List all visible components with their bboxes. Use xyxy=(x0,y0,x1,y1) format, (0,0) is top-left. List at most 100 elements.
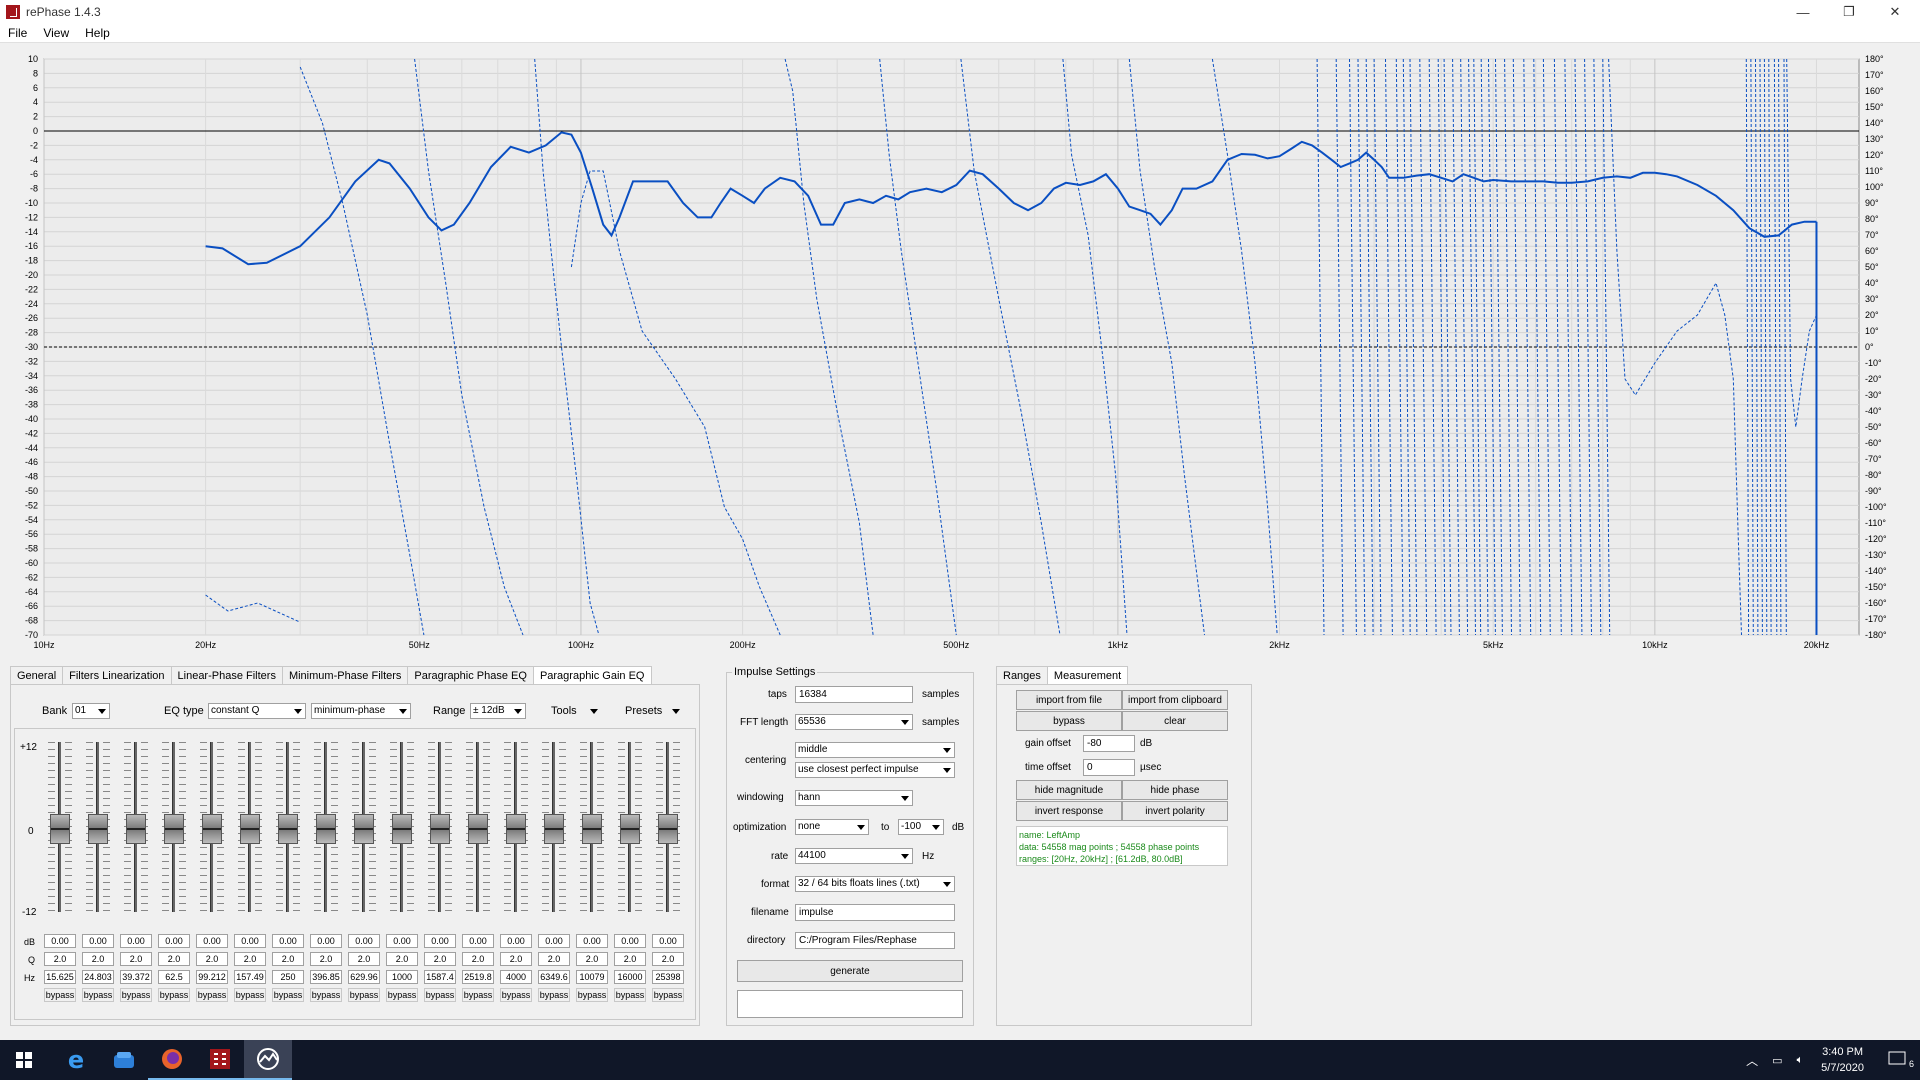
gain-slider[interactable] xyxy=(194,738,230,918)
band-frequency-input[interactable]: 1587.4 xyxy=(424,970,456,984)
band-bypass-toggle[interactable]: bypass xyxy=(158,988,190,1002)
band-frequency-input[interactable]: 24.803 xyxy=(82,970,114,984)
file-explorer-icon[interactable] xyxy=(100,1040,148,1080)
band-bypass-toggle[interactable]: bypass xyxy=(348,988,380,1002)
band-frequency-input[interactable]: 157.49 xyxy=(234,970,266,984)
band-gain-input[interactable]: 0.00 xyxy=(272,934,304,948)
centering-mode-select[interactable]: use closest perfect impulse xyxy=(795,762,955,778)
band-q-input[interactable]: 2.0 xyxy=(158,952,190,966)
tab-paragraphic-phase-eq[interactable]: Paragraphic Phase EQ xyxy=(407,666,534,685)
gain-slider[interactable] xyxy=(270,738,306,918)
slider-thumb[interactable] xyxy=(620,814,640,844)
gain-slider[interactable] xyxy=(80,738,116,918)
slider-thumb[interactable] xyxy=(164,814,184,844)
measurement-bypass-button[interactable]: bypass xyxy=(1016,711,1122,731)
gain-slider[interactable] xyxy=(650,738,686,918)
band-bypass-toggle[interactable]: bypass xyxy=(500,988,532,1002)
band-frequency-input[interactable]: 62.5 xyxy=(158,970,190,984)
gain-slider[interactable] xyxy=(308,738,344,918)
band-bypass-toggle[interactable]: bypass xyxy=(44,988,76,1002)
gain-slider[interactable] xyxy=(612,738,648,918)
minimize-button[interactable]: — xyxy=(1780,0,1826,24)
band-q-input[interactable]: 2.0 xyxy=(120,952,152,966)
band-frequency-input[interactable]: 39.372 xyxy=(120,970,152,984)
slider-thumb[interactable] xyxy=(582,814,602,844)
band-frequency-input[interactable]: 25398 xyxy=(652,970,684,984)
band-bypass-toggle[interactable]: bypass xyxy=(614,988,646,1002)
band-gain-input[interactable]: 0.00 xyxy=(424,934,456,948)
tab-linear-phase-filters[interactable]: Linear-Phase Filters xyxy=(170,666,283,685)
slider-thumb[interactable] xyxy=(278,814,298,844)
band-q-input[interactable]: 2.0 xyxy=(576,952,608,966)
band-bypass-toggle[interactable]: bypass xyxy=(272,988,304,1002)
slider-thumb[interactable] xyxy=(506,814,526,844)
band-bypass-toggle[interactable]: bypass xyxy=(538,988,570,1002)
import-from-clipboard-button[interactable]: import from clipboard xyxy=(1122,690,1228,710)
band-gain-input[interactable]: 0.00 xyxy=(44,934,76,948)
tab-general[interactable]: General xyxy=(10,666,64,685)
band-frequency-input[interactable]: 16000 xyxy=(614,970,646,984)
band-bypass-toggle[interactable]: bypass xyxy=(120,988,152,1002)
rephase-active-window-icon[interactable] xyxy=(244,1040,292,1080)
gain-slider[interactable] xyxy=(346,738,382,918)
slider-thumb[interactable] xyxy=(50,814,70,844)
band-gain-input[interactable]: 0.00 xyxy=(462,934,494,948)
band-q-input[interactable]: 2.0 xyxy=(310,952,342,966)
hide-magnitude-button[interactable]: hide magnitude xyxy=(1016,780,1122,800)
tab-ranges[interactable]: Ranges xyxy=(996,666,1048,685)
band-frequency-input[interactable]: 629.96 xyxy=(348,970,380,984)
band-q-input[interactable]: 2.0 xyxy=(196,952,228,966)
taps-input[interactable]: 16384 xyxy=(795,686,913,703)
slider-thumb[interactable] xyxy=(88,814,108,844)
gain-slider[interactable] xyxy=(384,738,420,918)
menu-file[interactable]: File xyxy=(0,26,35,40)
band-gain-input[interactable]: 0.00 xyxy=(158,934,190,948)
invert-polarity-button[interactable]: invert polarity xyxy=(1122,801,1228,821)
band-frequency-input[interactable]: 396.85 xyxy=(310,970,342,984)
windowing-select[interactable]: hann xyxy=(795,790,913,806)
band-gain-input[interactable]: 0.00 xyxy=(348,934,380,948)
band-gain-input[interactable]: 0.00 xyxy=(234,934,266,948)
eq-type-select[interactable]: constant Q xyxy=(208,703,306,719)
tab-paragraphic-gain-eq[interactable]: Paragraphic Gain EQ xyxy=(532,666,652,685)
band-bypass-toggle[interactable]: bypass xyxy=(424,988,456,1002)
tab-minimum-phase-filters[interactable]: Minimum-Phase Filters xyxy=(281,666,409,685)
band-frequency-input[interactable]: 6349.6 xyxy=(538,970,570,984)
band-bypass-toggle[interactable]: bypass xyxy=(386,988,418,1002)
rate-select[interactable]: 44100 xyxy=(795,848,913,864)
response-plot[interactable]: 10 8 6 4 2 0 -2 -4 -6 -8 -10 -12 -14 -16 -18 -20 -22 -24 -… xyxy=(0,44,1920,660)
slider-thumb[interactable] xyxy=(354,814,374,844)
band-bypass-toggle[interactable]: bypass xyxy=(576,988,608,1002)
menu-view[interactable]: View xyxy=(35,26,77,40)
volume-icon[interactable]: 🔈︎ xyxy=(1789,1054,1812,1067)
band-q-input[interactable]: 2.0 xyxy=(462,952,494,966)
centering-select[interactable]: middle xyxy=(795,742,955,758)
gain-slider[interactable] xyxy=(42,738,78,918)
slider-thumb[interactable] xyxy=(316,814,336,844)
gain-slider[interactable] xyxy=(498,738,534,918)
rephase-taskbar-icon[interactable] xyxy=(196,1040,244,1080)
optimization-select[interactable]: none xyxy=(795,819,869,835)
time-offset-input[interactable]: 0 xyxy=(1083,759,1135,776)
band-gain-input[interactable]: 0.00 xyxy=(652,934,684,948)
menu-help[interactable]: Help xyxy=(77,26,118,40)
band-gain-input[interactable]: 0.00 xyxy=(538,934,570,948)
band-q-input[interactable]: 2.0 xyxy=(538,952,570,966)
gain-offset-input[interactable]: -80 xyxy=(1083,735,1135,752)
band-bypass-toggle[interactable]: bypass xyxy=(652,988,684,1002)
filename-input[interactable]: impulse xyxy=(795,904,955,921)
presets-menu[interactable]: Presets xyxy=(622,703,684,719)
tray-chevron-up-icon[interactable]: ︿ xyxy=(1738,1052,1766,1069)
tab-measurement[interactable]: Measurement xyxy=(1046,666,1129,685)
invert-response-button[interactable]: invert response xyxy=(1016,801,1122,821)
slider-thumb[interactable] xyxy=(430,814,450,844)
band-q-input[interactable]: 2.0 xyxy=(424,952,456,966)
gain-slider[interactable] xyxy=(118,738,154,918)
measurement-clear-button[interactable]: clear xyxy=(1122,711,1228,731)
band-q-input[interactable]: 2.0 xyxy=(652,952,684,966)
gain-slider[interactable] xyxy=(156,738,192,918)
band-frequency-input[interactable]: 250 xyxy=(272,970,304,984)
band-bypass-toggle[interactable]: bypass xyxy=(82,988,114,1002)
gain-slider[interactable] xyxy=(422,738,458,918)
start-windows-icon[interactable] xyxy=(0,1040,48,1080)
